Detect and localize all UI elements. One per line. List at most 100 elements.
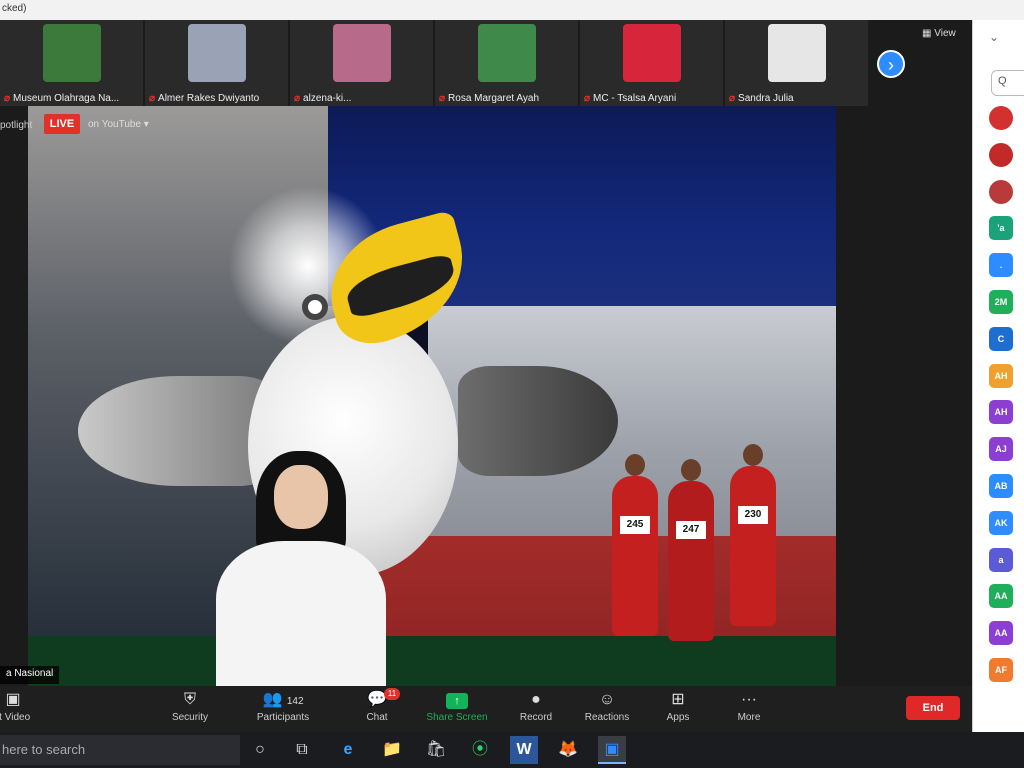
participant-tile[interactable]: ⌀ Museum Olahraga Na...	[0, 20, 143, 106]
screen: cked) ⌀ Museum Olahraga Na... ⌀ Almer Rake…	[0, 0, 1024, 768]
apps-icon: ⊞	[671, 691, 685, 708]
live-on-youtube-dropdown[interactable]: on YouTube ▾	[88, 119, 149, 130]
live-badge[interactable]: LIVE	[44, 114, 80, 134]
muted-mic-icon: ⌀	[149, 93, 156, 104]
participant-avatar[interactable]: AH	[989, 363, 1013, 388]
zoom-icon[interactable]: ▣	[598, 736, 626, 764]
participant-avatar[interactable]	[989, 142, 1013, 167]
windows-taskbar: here to search ○ ⧉ e 📁 🛍 ⦿ W 🦊 ▣	[0, 732, 1024, 768]
participant-name: Museum Olahraga Na...	[13, 93, 120, 104]
muted-mic-icon: ⌀	[439, 93, 446, 104]
spotlight-video[interactable]: 245 247 230	[28, 106, 836, 686]
participant-avatar[interactable]: AF	[989, 657, 1013, 682]
participant-thumbnail	[622, 24, 681, 82]
mascot-eye	[302, 294, 328, 320]
participant-thumbnail	[42, 24, 101, 82]
taskbar-search-input[interactable]: here to search	[0, 735, 240, 765]
end-meeting-button[interactable]: End	[906, 696, 960, 720]
participant-list: 'a . 2M C AH AH AJ AB AK a AA AA AF	[989, 106, 1019, 695]
apps-button[interactable]: ⊞ Apps	[643, 690, 713, 730]
athlete: 247	[668, 459, 714, 641]
participant-thumbnail	[767, 24, 826, 82]
participants-icon: 👥	[262, 691, 283, 708]
gallery-strip: ⌀ Museum Olahraga Na... ⌀ Almer Rakes Dwiy…	[0, 20, 868, 106]
window-titlebar: cked)	[0, 0, 1024, 20]
participants-button[interactable]: 👥 142 Participants	[248, 690, 318, 730]
meeting-toolbar: ▣ rt Video ⛨ Security 👥 142 Participants…	[0, 686, 972, 732]
gallery-next-button[interactable]: ›	[877, 50, 905, 78]
share-screen-button[interactable]: ↑ Share Screen	[422, 690, 492, 730]
muted-mic-icon: ⌀	[584, 93, 591, 104]
participant-tile[interactable]: ⌀ Sandra Julia	[725, 20, 868, 106]
muted-mic-icon: ⌀	[4, 93, 11, 104]
participants-count: 142	[286, 696, 304, 707]
muted-mic-icon: ⌀	[294, 93, 301, 104]
start-video-button[interactable]: ▣ rt Video	[0, 690, 48, 730]
participant-avatar[interactable]	[989, 106, 1013, 130]
participant-thumbnail	[477, 24, 536, 82]
share-screen-icon: ↑	[446, 693, 468, 709]
participant-tile[interactable]: ⌀ Almer Rakes Dwiyanto	[145, 20, 288, 106]
file-explorer-icon[interactable]: 📁	[378, 736, 406, 764]
window-title: cked)	[2, 3, 27, 14]
view-button[interactable]: ▦ View	[922, 28, 956, 39]
speaker-name-tag: a Nasional	[0, 666, 60, 684]
participant-avatar[interactable]: 'a	[989, 216, 1013, 241]
chat-unread-badge: 11	[384, 688, 400, 700]
participant-avatar[interactable]: 2M	[989, 289, 1013, 314]
chat-button[interactable]: 💬 11 Chat	[342, 688, 412, 730]
smiley-icon: ☺	[598, 691, 616, 708]
participant-name: MC - Tsalsa Aryani	[593, 93, 677, 104]
mascot-right-wing	[458, 366, 618, 476]
participant-avatar[interactable]: .	[989, 253, 1013, 278]
participant-tile[interactable]: ⌀ MC - Tsalsa Aryani	[580, 20, 723, 106]
participant-avatar[interactable]: AA	[989, 584, 1013, 609]
cortana-icon[interactable]: ○	[246, 736, 274, 764]
word-icon[interactable]: W	[510, 736, 538, 764]
search-icon: Q	[998, 75, 1007, 87]
participants-panel: ⌄ Q 'a . 2M C AH AH AJ AB AK a AA AA AF	[972, 20, 1024, 732]
presenter	[216, 451, 386, 686]
floor	[28, 636, 836, 686]
athlete-bib: 230	[738, 506, 768, 524]
store-icon[interactable]: 🛍	[422, 736, 450, 764]
record-button[interactable]: ● Record	[501, 690, 571, 730]
more-button[interactable]: ··· More	[714, 690, 784, 730]
shield-icon: ⛨	[183, 691, 196, 708]
security-button[interactable]: ⛨ Security	[155, 690, 225, 730]
athlete: 230	[730, 444, 776, 626]
record-icon: ●	[531, 691, 541, 708]
participant-avatar[interactable]: AJ	[989, 437, 1013, 462]
participant-avatar[interactable]: C	[989, 326, 1013, 351]
video-off-icon: ▣	[5, 691, 21, 708]
reactions-button[interactable]: ☺ Reactions	[572, 690, 642, 730]
participant-avatar[interactable]: AH	[989, 400, 1013, 425]
athlete: 245	[612, 454, 658, 636]
chevron-down-icon[interactable]: ⌄	[989, 30, 999, 44]
task-view-icon[interactable]: ⧉	[288, 736, 316, 764]
zoom-meeting-window: ⌀ Museum Olahraga Na... ⌀ Almer Rakes Dwiy…	[0, 20, 972, 732]
participant-avatar[interactable]: a	[989, 547, 1013, 572]
participant-name: alzena-ki...	[303, 93, 352, 104]
participant-avatar[interactable]: AA	[989, 621, 1013, 646]
firefox-icon[interactable]: 🦊	[554, 736, 582, 764]
participant-tile[interactable]: ⌀ Rosa Margaret Ayah	[435, 20, 578, 106]
more-icon: ···	[741, 691, 757, 708]
grid-icon: ▦	[922, 28, 935, 39]
participant-avatar[interactable]: AB	[989, 473, 1013, 498]
participant-search-input[interactable]: Q	[991, 70, 1024, 96]
participant-avatar[interactable]	[989, 179, 1013, 204]
participant-thumbnail	[332, 24, 391, 82]
chat-icon: 💬	[367, 691, 387, 708]
participant-name: Almer Rakes Dwiyanto	[158, 93, 260, 104]
athlete-bib: 247	[676, 521, 706, 539]
athlete-bib: 245	[620, 516, 650, 534]
participant-tile[interactable]: ⌀ alzena-ki...	[290, 20, 433, 106]
muted-mic-icon: ⌀	[729, 93, 736, 104]
participant-thumbnail	[187, 24, 246, 82]
participant-name: Sandra Julia	[738, 93, 794, 104]
view-label: View	[934, 28, 956, 39]
app-icon[interactable]: ⦿	[466, 736, 494, 764]
participant-avatar[interactable]: AK	[989, 510, 1013, 535]
edge-icon[interactable]: e	[334, 736, 362, 764]
